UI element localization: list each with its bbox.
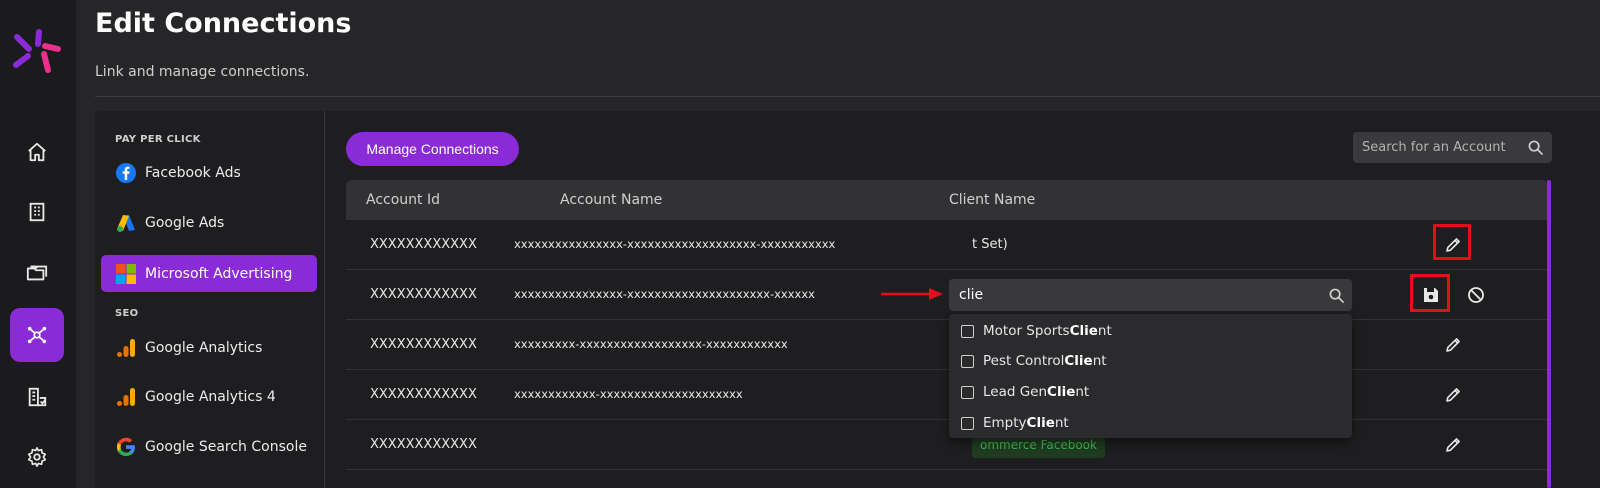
option-checkbox[interactable] [961,354,974,368]
option-label-suffix: nt [1054,415,1069,431]
column-header-account-name: Account Name [560,192,663,208]
nav-buildings[interactable] [10,185,64,239]
option-label-suffix: nt [1092,353,1107,369]
account-id-cell: XXXXXXXXXXXX [370,337,477,352]
connections-icon [27,326,47,344]
column-header-account-id: Account Id [366,192,440,208]
option-label-prefix: Pest Control [983,353,1065,369]
account-name-cell: xxxxxxxxxxxxxxxx-xxxxxxxxxxxxxxxxxxx-xxx… [514,237,836,251]
account-name-cell: xxxxxxxxx-xxxxxxxxxxxxxxxxxx-xxxxxxxxxxx… [514,337,788,351]
option-label-match: Clie [1069,323,1098,339]
client-option[interactable]: Motor Sports Clie nt [961,321,1112,341]
nav-rail [0,0,76,488]
folder-icon [26,265,48,281]
table-row: XXXXXXXXXXXX xxxxxxxxx-xxxxxxxxxxxxxxxxx… [346,320,1548,370]
account-name-cell: xxxxxxxxxxxx-xxxxxxxxxxxxxxxxxxxxx [514,387,743,401]
nav-settings[interactable] [10,430,64,484]
page-subtitle: Link and manage connections. [95,64,310,80]
sidebar-item-label: Google Analytics 4 [145,388,276,405]
sidebar-item-label: Microsoft Advertising [145,265,293,282]
option-label-suffix: nt [1097,323,1112,339]
column-header-client-name: Client Name [949,192,1036,208]
google-analytics-icon [115,337,137,359]
client-options-dropdown: Motor Sports Clie nt Pest Control Clie n… [949,314,1352,438]
table-row: XXXXXXXXXXXX xxxxxxxxxxxxxxxx-xxxxxxxxxx… [346,220,1548,270]
sidebar-item-label: Google Ads [145,214,225,231]
sidebar-item-microsoft-advertising[interactable]: Microsoft Advertising [101,255,317,292]
option-label-prefix: Empty [983,415,1027,431]
cancel-button[interactable] [1465,284,1487,306]
edit-button[interactable] [1442,384,1464,406]
microsoft-icon [115,263,137,285]
option-label-match: Clie [1047,384,1076,400]
section-title-seo: SEO [115,308,139,319]
page-title: Edit Connections [95,8,352,39]
gear-icon [27,447,47,467]
option-checkbox[interactable] [961,385,974,399]
client-name-cell: t Set) [972,237,1008,252]
option-checkbox[interactable] [961,416,974,430]
header-divider [95,96,1600,97]
section-title-ppc: PAY PER CLICK [115,134,201,145]
google-analytics-icon [115,386,137,408]
account-search [1353,132,1552,163]
account-name-cell: xxxxxxxxxxxxxxxx-xxxxxxxxxxxxxxxxxxxxx-x… [514,287,815,301]
highlight-box [1410,274,1450,312]
building-icon [29,202,45,222]
google-icon [115,436,137,458]
highlight-box [1433,224,1471,260]
sidebar-item-label: Google Analytics [145,339,263,356]
client-option[interactable]: Pest Control Clie nt [961,351,1107,371]
search-icon[interactable] [1329,288,1344,303]
sidebar-item-google-analytics[interactable]: Google Analytics [101,329,317,366]
table-header: Account Id Account Name Client Name [346,180,1548,220]
edit-button[interactable] [1442,334,1464,356]
sidebar-item-label: Google Search Console [145,438,307,455]
search-icon[interactable] [1528,140,1543,155]
option-label-match: Clie [1026,415,1055,431]
google-ads-icon [115,212,137,234]
account-id-cell: XXXXXXXXXXXX [370,287,477,302]
table-scrollbar[interactable] [1547,180,1551,488]
manage-connections-button[interactable]: Manage Connections [346,132,519,166]
annotation-arrow-icon [881,288,943,300]
table-row: XXXXXXXXXXXX ommerce Facebook [346,420,1548,470]
pencil-icon [1446,338,1460,352]
account-id-cell: XXXXXXXXXXXX [370,437,477,452]
sidebar-item-google-ads[interactable]: Google Ads [101,204,317,241]
table-row: XXXXXXXXXXXX xxxxxxxxxxxxxxxx-xxxxxxxxxx… [346,270,1548,320]
pencil-icon [1446,388,1460,402]
connections-panel: PAY PER CLICK Facebook Ads Google Ads Mi… [95,111,1600,488]
account-id-cell: XXXXXXXXXXXX [370,387,477,402]
reports-icon [28,387,47,407]
accounts-table: Account Id Account Name Client Name XXXX… [346,180,1548,488]
option-label-prefix: Motor Sports [983,323,1070,339]
edit-button[interactable] [1442,434,1464,456]
client-search-input[interactable] [959,287,1319,303]
client-option[interactable]: Lead Gen Clie nt [961,382,1089,402]
table-row: XXXXXXXXXXXX xxxxxxxxxxxx-xxxxxxxxxxxxxx… [346,370,1548,420]
cancel-icon [1468,287,1484,303]
client-search [949,279,1352,311]
sidebar-item-facebook-ads[interactable]: Facebook Ads [101,154,317,191]
provider-sidebar: PAY PER CLICK Facebook Ads Google Ads Mi… [95,111,325,488]
sidebar-item-google-analytics-4[interactable]: Google Analytics 4 [101,378,317,415]
nav-folders[interactable] [10,246,64,300]
nav-connections[interactable] [10,308,64,362]
sidebar-item-google-search-console[interactable]: Google Search Console [101,428,317,465]
facebook-icon [115,162,137,184]
account-search-input[interactable] [1362,140,1522,155]
pencil-icon [1446,438,1460,452]
client-option[interactable]: Empty Clie nt [961,413,1069,433]
option-checkbox[interactable] [961,324,974,338]
nav-home[interactable] [10,125,64,179]
nav-reports[interactable] [10,370,64,424]
option-label-match: Clie [1064,353,1093,369]
option-label-suffix: nt [1075,384,1090,400]
home-icon [28,142,46,162]
option-label-prefix: Lead Gen [983,384,1048,400]
account-id-cell: XXXXXXXXXXXX [370,237,477,252]
sidebar-item-label: Facebook Ads [145,164,241,181]
brand-logo[interactable] [12,28,64,80]
